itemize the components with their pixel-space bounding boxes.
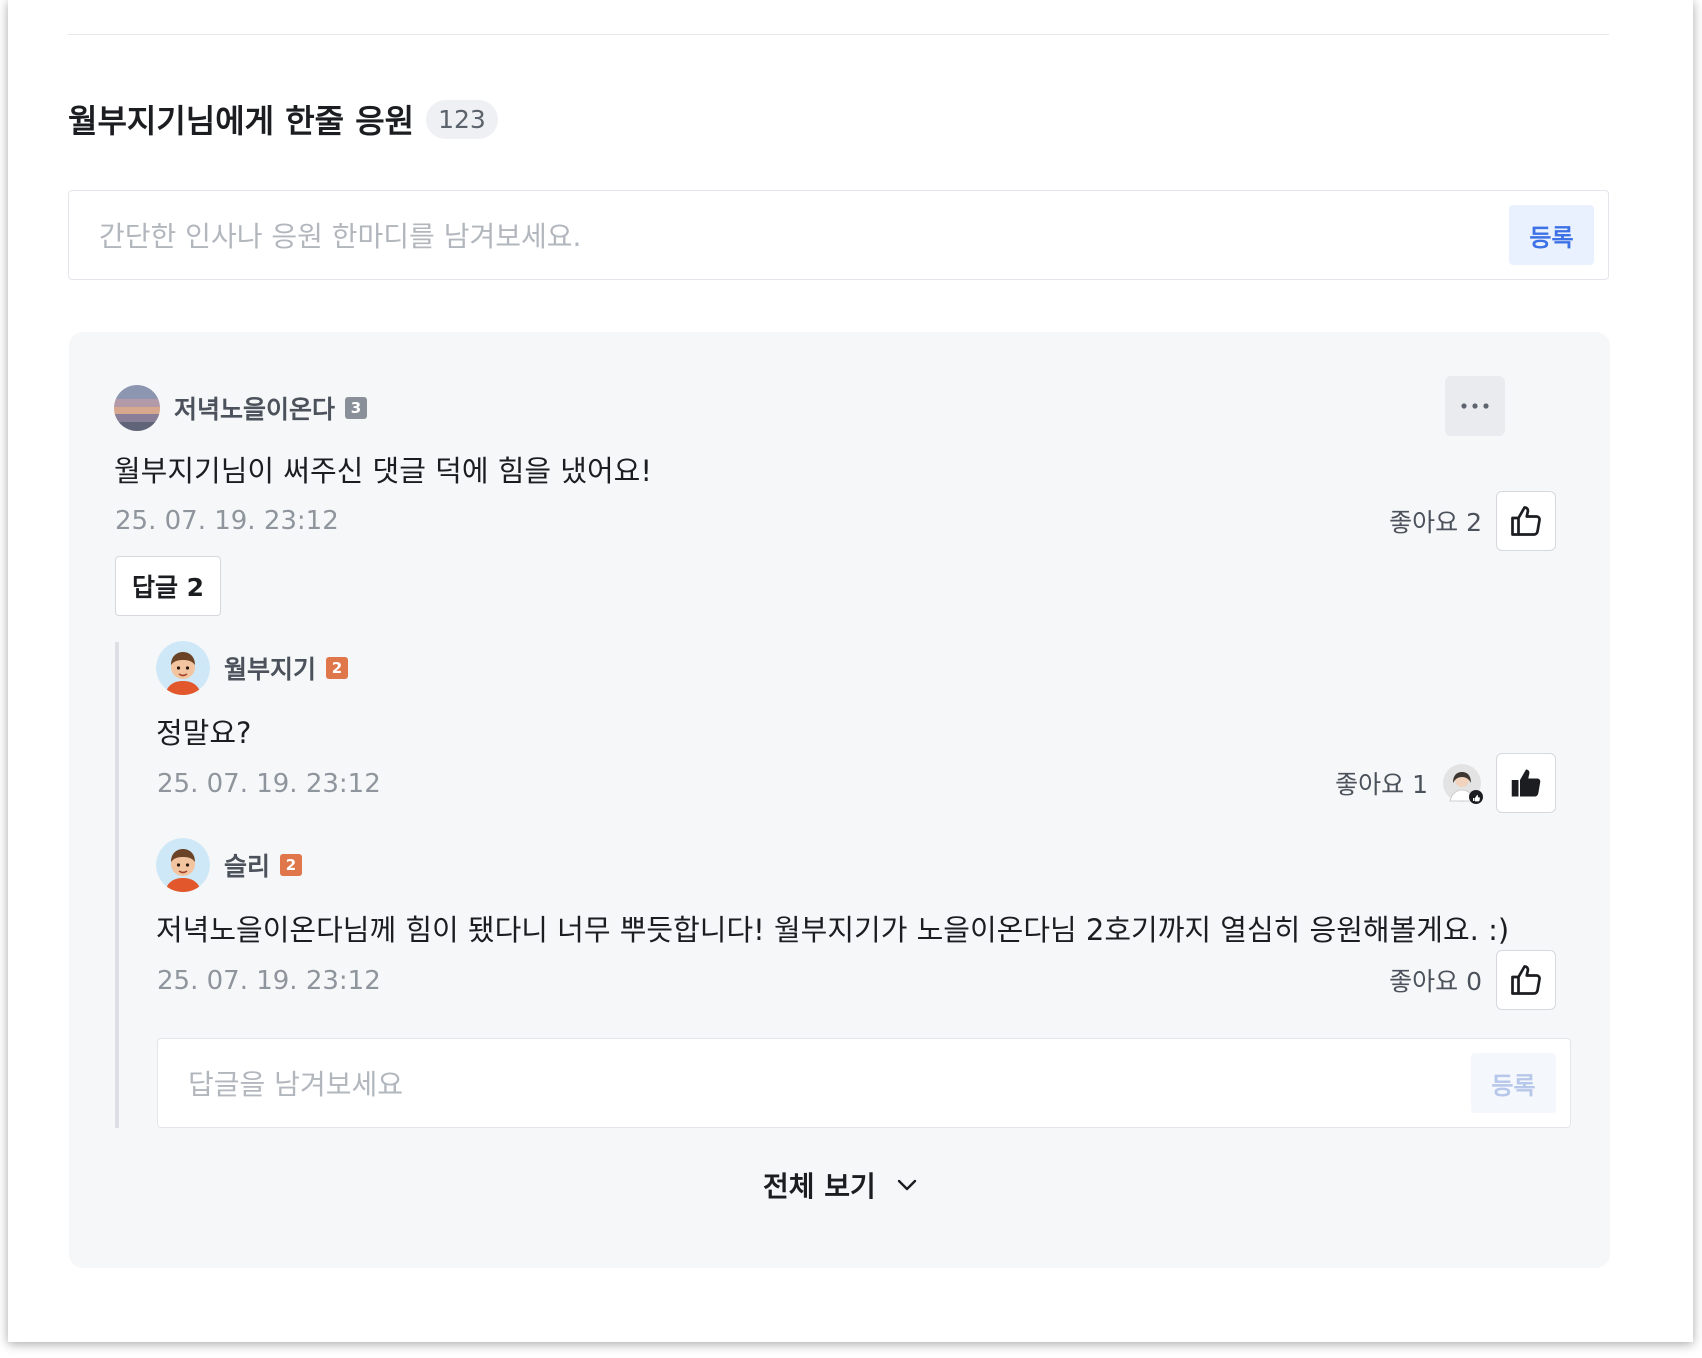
like-count: 좋아요 1	[1335, 770, 1428, 799]
reply-text: 정말요?	[156, 716, 252, 750]
divider	[68, 34, 1609, 35]
reply-author-name[interactable]: 월부지기	[224, 650, 316, 686]
chevron-down-icon	[897, 1179, 916, 1191]
reply-like-group: 좋아요 1	[1335, 753, 1556, 813]
level-badge: 2	[326, 657, 349, 679]
reply-text: 저녁노을이온다님께 힘이 됐다니 너무 뿌듯합니다! 월부지기가 노을이온다님 …	[156, 913, 1510, 947]
reply-author-row: 슬리 2	[156, 838, 303, 892]
reply-timestamp: 25. 07. 19. 23:12	[157, 966, 381, 996]
thumbs-up-icon	[1511, 965, 1541, 995]
avatar[interactable]	[156, 641, 210, 695]
reply-input[interactable]	[186, 1063, 1430, 1105]
cheer-submit-button[interactable]: 등록	[1509, 205, 1594, 265]
view-all-button[interactable]: 전체 보기	[763, 1165, 918, 1205]
comment-timestamp: 25. 07. 19. 23:12	[115, 506, 339, 536]
comment-text: 월부지기님이 써주신 댓글 덕에 힘을 냈어요!	[114, 454, 652, 488]
like-count: 좋아요 0	[1389, 967, 1482, 996]
cheer-input-box: 등록	[68, 190, 1609, 280]
more-icon	[1461, 403, 1489, 409]
avatar[interactable]	[156, 838, 210, 892]
avatar[interactable]	[114, 385, 160, 431]
reply-submit-button[interactable]: 등록	[1471, 1053, 1556, 1113]
reply-author-name[interactable]: 슬리	[224, 847, 270, 883]
section-header: 월부지기님에게 한줄 응원 123	[68, 96, 498, 142]
reply-author-row: 월부지기 2	[156, 641, 349, 695]
reply-like-group: 좋아요 0	[1389, 950, 1556, 1010]
reply-input-box: 등록	[157, 1038, 1571, 1128]
thumbs-up-icon	[1511, 506, 1541, 536]
cheer-input[interactable]	[97, 215, 1481, 257]
thread-line	[115, 642, 119, 1128]
reply-toggle-button[interactable]: 답글 2	[115, 556, 221, 616]
liker-avatar	[1442, 763, 1483, 804]
view-all-label: 전체 보기	[763, 1170, 876, 1203]
page-frame: 월부지기님에게 한줄 응원 123 등록 저녁노을이온다 3 월부지기님이 써주…	[8, 0, 1693, 1342]
like-button[interactable]	[1496, 950, 1556, 1010]
like-button[interactable]	[1496, 491, 1556, 551]
comment-author-name[interactable]: 저녁노을이온다	[174, 390, 335, 426]
level-badge: 2	[280, 854, 303, 876]
level-badge: 3	[345, 397, 368, 419]
like-button[interactable]	[1496, 753, 1556, 813]
like-count: 좋아요 2	[1389, 508, 1482, 537]
section-title: 월부지기님에게 한줄 응원	[68, 102, 415, 140]
thumbs-up-filled-icon	[1511, 769, 1541, 797]
reply-timestamp: 25. 07. 19. 23:12	[157, 769, 381, 799]
comment-like-group: 좋아요 2	[1389, 491, 1556, 551]
comment-author-row: 저녁노을이온다 3	[114, 385, 368, 431]
more-options-button[interactable]	[1445, 376, 1505, 436]
comment-count-badge: 123	[426, 99, 498, 139]
